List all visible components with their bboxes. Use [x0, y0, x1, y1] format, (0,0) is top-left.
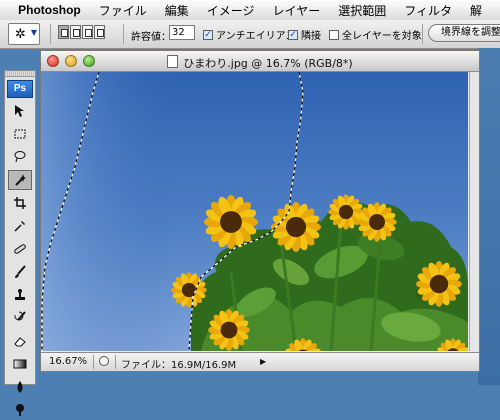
subtract-from-selection-icon[interactable]: [82, 25, 93, 39]
menu-bar: Photoshop ファイル 編集 イメージ レイヤー 選択範囲 フィルタ 解: [0, 0, 500, 21]
menu-analysis[interactable]: 解: [470, 2, 482, 19]
options-bar: ✲ ▼ 許容値： 32 ✓ アンチエイリアス ✓ 隣接 全レイヤーを対象 境界線…: [0, 20, 500, 49]
status-menu-arrow-icon[interactable]: ▶: [260, 357, 266, 366]
checkbox-unchecked-icon: [329, 29, 339, 40]
refine-edge-button[interactable]: 境界線を調整...: [428, 24, 500, 42]
dropdown-arrow-icon: ▼: [30, 28, 37, 37]
document-window: ひまわり.jpg @ 16.7% (RGB/8*) 16.67% ファイル：16…: [40, 50, 480, 372]
sunflower-head: [328, 194, 364, 230]
selection-mode-group: [58, 25, 106, 39]
tools-palette: Ps: [4, 70, 36, 416]
document-titlebar[interactable]: ひまわり.jpg @ 16.7% (RGB/8*): [41, 51, 479, 72]
sunflower-photo: [41, 72, 468, 351]
status-info-icon[interactable]: [99, 356, 109, 366]
sunflower-head: [416, 261, 462, 307]
status-divider: [115, 355, 116, 369]
add-to-selection-icon[interactable]: [70, 25, 81, 39]
all-layers-label: 全レイヤーを対象: [342, 31, 422, 42]
vertical-scrollbar[interactable]: [469, 72, 479, 351]
sunflower-head: [271, 202, 321, 252]
brush-tool-icon[interactable]: [8, 262, 32, 282]
checkbox-checked-icon: ✓: [288, 29, 298, 40]
sunflower-head: [357, 202, 397, 242]
eraser-tool-icon[interactable]: [8, 331, 32, 351]
tolerance-input[interactable]: 32: [169, 25, 195, 40]
marquee-tool-icon[interactable]: [8, 124, 32, 144]
document-title-row: ひまわり.jpg @ 16.7% (RGB/8*): [41, 55, 479, 71]
menu-image[interactable]: イメージ: [207, 2, 255, 19]
options-separator: [50, 24, 51, 44]
eyedropper-tool-icon[interactable]: [8, 216, 32, 236]
menu-layer[interactable]: レイヤー: [273, 2, 321, 19]
menu-app-name[interactable]: Photoshop: [18, 3, 81, 17]
magic-wand-tool-icon[interactable]: [8, 170, 32, 190]
file-size-info: ファイル：16.9M/16.9M: [121, 360, 237, 371]
dodge-tool-icon[interactable]: [8, 400, 32, 420]
sunflower-head: [203, 194, 259, 250]
menu-file[interactable]: ファイル: [99, 2, 147, 19]
options-separator: [123, 24, 124, 44]
checkbox-checked-icon: ✓: [203, 29, 213, 40]
blur-tool-icon[interactable]: [8, 377, 32, 397]
stamp-tool-icon[interactable]: [8, 285, 32, 305]
palette-grip[interactable]: [5, 71, 35, 77]
all-layers-checkbox[interactable]: 全レイヤーを対象: [329, 27, 422, 42]
menu-select[interactable]: 選択範囲: [338, 2, 386, 19]
image-canvas[interactable]: [41, 72, 468, 351]
tolerance-label: 許容値：: [131, 32, 171, 43]
crop-tool-icon[interactable]: [8, 193, 32, 213]
history-brush-tool-icon[interactable]: [8, 308, 32, 328]
options-separator: [422, 24, 423, 44]
status-divider: [93, 355, 94, 369]
intersect-selection-icon[interactable]: [94, 25, 105, 39]
document-title: ひまわり.jpg @ 16.7% (RGB/8*): [183, 57, 353, 70]
sunflower-head: [208, 309, 250, 351]
move-tool-icon[interactable]: [8, 101, 32, 121]
magic-wand-icon: ✲: [15, 27, 26, 42]
gradient-tool-icon[interactable]: [8, 354, 32, 374]
document-icon: [167, 55, 179, 68]
desktop-background: [478, 48, 500, 385]
new-selection-icon[interactable]: [58, 25, 69, 39]
tool-preset-picker[interactable]: ✲ ▼: [8, 23, 40, 45]
antialias-label: アンチエイリアス: [216, 31, 296, 42]
zoom-level[interactable]: 16.67%: [49, 356, 87, 367]
antialias-checkbox[interactable]: ✓ アンチエイリアス: [203, 27, 296, 42]
photoshop-logo[interactable]: Ps: [7, 80, 33, 98]
menu-filter[interactable]: フィルタ: [404, 2, 452, 19]
contiguous-checkbox[interactable]: ✓ 隣接: [288, 27, 321, 42]
healing-brush-tool-icon[interactable]: [8, 239, 32, 259]
status-bar: 16.67% ファイル：16.9M/16.9M ▶: [41, 352, 479, 371]
contiguous-label: 隣接: [301, 31, 321, 42]
menu-edit[interactable]: 編集: [165, 2, 189, 19]
lasso-tool-icon[interactable]: [8, 147, 32, 167]
